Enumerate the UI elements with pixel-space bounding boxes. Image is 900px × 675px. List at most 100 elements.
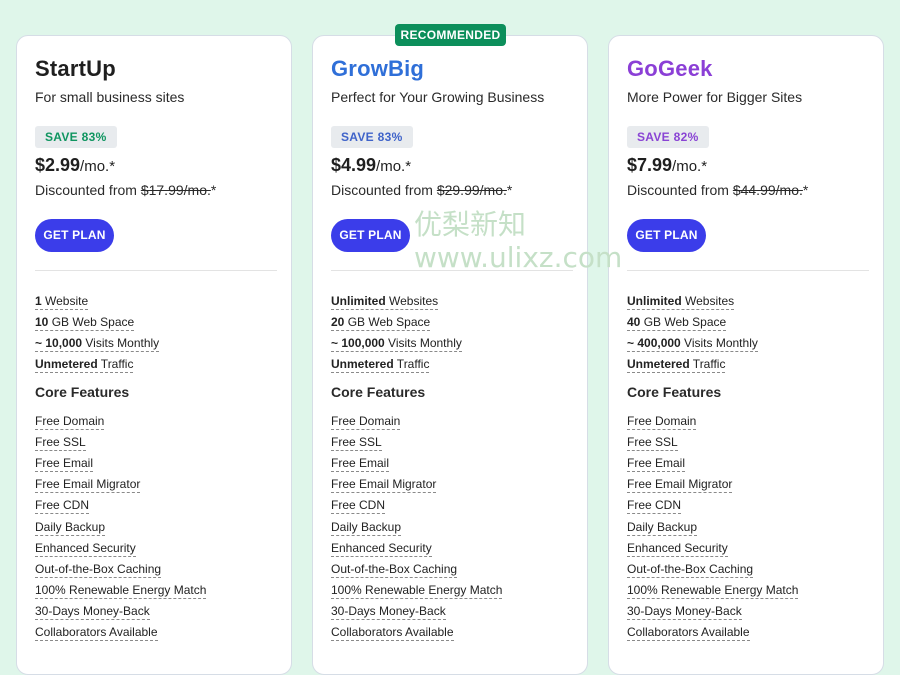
spec-value: 1 bbox=[35, 294, 42, 308]
save-badge: SAVE 83% bbox=[331, 126, 413, 148]
spec-item[interactable]: 20 GB Web Space bbox=[331, 315, 431, 331]
spec-item[interactable]: Unmetered Traffic bbox=[331, 357, 430, 373]
spec-label: GB Web Space bbox=[344, 315, 431, 329]
price-amount: $7.99 bbox=[627, 155, 673, 175]
plan-name: GoGeek bbox=[627, 56, 713, 81]
spec-label: Traffic bbox=[689, 357, 726, 371]
discount-suffix: * bbox=[506, 182, 513, 198]
feature-item[interactable]: Daily Backup bbox=[331, 520, 402, 536]
spec-label: Visits Monthly bbox=[680, 336, 758, 350]
feature-item[interactable]: Free SSL bbox=[35, 435, 86, 451]
spec-item[interactable]: ~ 400,000 Visits Monthly bbox=[627, 336, 758, 352]
spec-item[interactable]: Unlimited Websites bbox=[627, 294, 735, 310]
spec-label: Traffic bbox=[393, 357, 430, 371]
discount-suffix: * bbox=[210, 182, 217, 198]
spec-value: Unmetered bbox=[331, 357, 394, 371]
spec-label: Websites bbox=[385, 294, 439, 308]
discount-prefix: Discounted from bbox=[35, 182, 141, 198]
get-plan-button[interactable]: GET PLAN bbox=[331, 219, 410, 252]
feature-item[interactable]: Free SSL bbox=[627, 435, 678, 451]
feature-item[interactable]: Free CDN bbox=[627, 498, 682, 514]
plan-subtitle: Perfect for Your Growing Business bbox=[331, 89, 545, 105]
plan-card-startup: StartUp For small business sites SAVE 83% $… bbox=[16, 35, 292, 675]
feature-item[interactable]: 100% Renewable Energy Match bbox=[35, 583, 207, 599]
feature-item[interactable]: Free Domain bbox=[331, 414, 401, 430]
divider bbox=[627, 270, 869, 271]
spec-item[interactable]: 1 Website bbox=[35, 294, 89, 310]
feature-item[interactable]: Free CDN bbox=[331, 498, 386, 514]
spec-value: 10 bbox=[35, 315, 49, 329]
discount-note: Discounted from $44.99/mo.* bbox=[627, 182, 808, 198]
feature-item[interactable]: Free SSL bbox=[331, 435, 382, 451]
feature-item[interactable]: 30-Days Money-Back bbox=[35, 604, 150, 620]
discount-prefix: Discounted from bbox=[331, 182, 437, 198]
feature-item[interactable]: Collaborators Available bbox=[627, 625, 750, 641]
feature-item[interactable]: Daily Backup bbox=[627, 520, 698, 536]
discount-note: Discounted from $17.99/mo.* bbox=[35, 182, 216, 198]
save-badge: SAVE 82% bbox=[627, 126, 709, 148]
discount-prefix: Discounted from bbox=[627, 182, 733, 198]
original-price: $17.99/mo. bbox=[140, 182, 211, 198]
spec-item[interactable]: Unmetered Traffic bbox=[627, 357, 726, 373]
discount-note: Discounted from $29.99/mo.* bbox=[331, 182, 512, 198]
spec-label: GB Web Space bbox=[48, 315, 135, 329]
feature-item[interactable]: 30-Days Money-Back bbox=[627, 604, 742, 620]
plan-subtitle: More Power for Bigger Sites bbox=[627, 89, 803, 105]
feature-item[interactable]: Collaborators Available bbox=[35, 625, 158, 641]
feature-item[interactable]: 30-Days Money-Back bbox=[331, 604, 446, 620]
original-price: $44.99/mo. bbox=[732, 182, 803, 198]
feature-item[interactable]: Out-of-the-Box Caching bbox=[331, 562, 458, 578]
spec-value: ~ 10,000 bbox=[35, 336, 83, 350]
price: $4.99/mo.* bbox=[331, 155, 411, 176]
price: $7.99/mo.* bbox=[627, 155, 707, 176]
spec-label: Traffic bbox=[97, 357, 134, 371]
spec-item[interactable]: Unlimited Websites bbox=[331, 294, 439, 310]
original-price: $29.99/mo. bbox=[436, 182, 507, 198]
feature-item[interactable]: Free Email bbox=[35, 456, 94, 472]
get-plan-button[interactable]: GET PLAN bbox=[35, 219, 114, 252]
feature-item[interactable]: Out-of-the-Box Caching bbox=[35, 562, 162, 578]
price-unit: /mo.* bbox=[80, 158, 116, 175]
price-amount: $2.99 bbox=[35, 155, 81, 175]
feature-item[interactable]: Enhanced Security bbox=[35, 541, 136, 557]
spec-value: 40 bbox=[627, 315, 641, 329]
feature-item[interactable]: Out-of-the-Box Caching bbox=[627, 562, 754, 578]
feature-item[interactable]: Free Email bbox=[331, 456, 390, 472]
spec-item[interactable]: ~ 100,000 Visits Monthly bbox=[331, 336, 462, 352]
spec-value: Unlimited bbox=[627, 294, 682, 308]
spec-label: Visits Monthly bbox=[384, 336, 462, 350]
feature-item[interactable]: Collaborators Available bbox=[331, 625, 454, 641]
spec-value: Unmetered bbox=[627, 357, 690, 371]
feature-item[interactable]: Free CDN bbox=[35, 498, 90, 514]
feature-item[interactable]: 100% Renewable Energy Match bbox=[331, 583, 503, 599]
feature-item[interactable]: Free Email Migrator bbox=[35, 477, 141, 493]
spec-value: 20 bbox=[331, 315, 345, 329]
save-badge: SAVE 83% bbox=[35, 126, 117, 148]
spec-item[interactable]: 40 GB Web Space bbox=[627, 315, 727, 331]
price-amount: $4.99 bbox=[331, 155, 377, 175]
feature-item[interactable]: Free Email Migrator bbox=[331, 477, 437, 493]
spec-value: Unmetered bbox=[35, 357, 98, 371]
feature-item[interactable]: Free Domain bbox=[627, 414, 697, 430]
plan-card-growbig: GrowBig Perfect for Your Growing Business… bbox=[312, 35, 588, 675]
feature-item[interactable]: Daily Backup bbox=[35, 520, 106, 536]
spec-item[interactable]: 10 GB Web Space bbox=[35, 315, 135, 331]
spec-label: Website bbox=[41, 294, 89, 308]
spec-label: Websites bbox=[681, 294, 735, 308]
feature-item[interactable]: 100% Renewable Energy Match bbox=[627, 583, 799, 599]
get-plan-button[interactable]: GET PLAN bbox=[627, 219, 706, 252]
feature-item[interactable]: Enhanced Security bbox=[627, 541, 728, 557]
divider bbox=[331, 270, 573, 271]
spec-item[interactable]: Unmetered Traffic bbox=[35, 357, 134, 373]
price-unit: /mo.* bbox=[376, 158, 412, 175]
spec-item[interactable]: ~ 10,000 Visits Monthly bbox=[35, 336, 160, 352]
price: $2.99/mo.* bbox=[35, 155, 115, 176]
plan-subtitle: For small business sites bbox=[35, 89, 185, 105]
divider bbox=[35, 270, 277, 271]
feature-item[interactable]: Free Email Migrator bbox=[627, 477, 733, 493]
feature-item[interactable]: Free Email bbox=[627, 456, 686, 472]
recommended-badge: RECOMMENDED bbox=[395, 24, 506, 46]
core-features-title: Core Features bbox=[331, 384, 426, 400]
feature-item[interactable]: Enhanced Security bbox=[331, 541, 432, 557]
feature-item[interactable]: Free Domain bbox=[35, 414, 105, 430]
